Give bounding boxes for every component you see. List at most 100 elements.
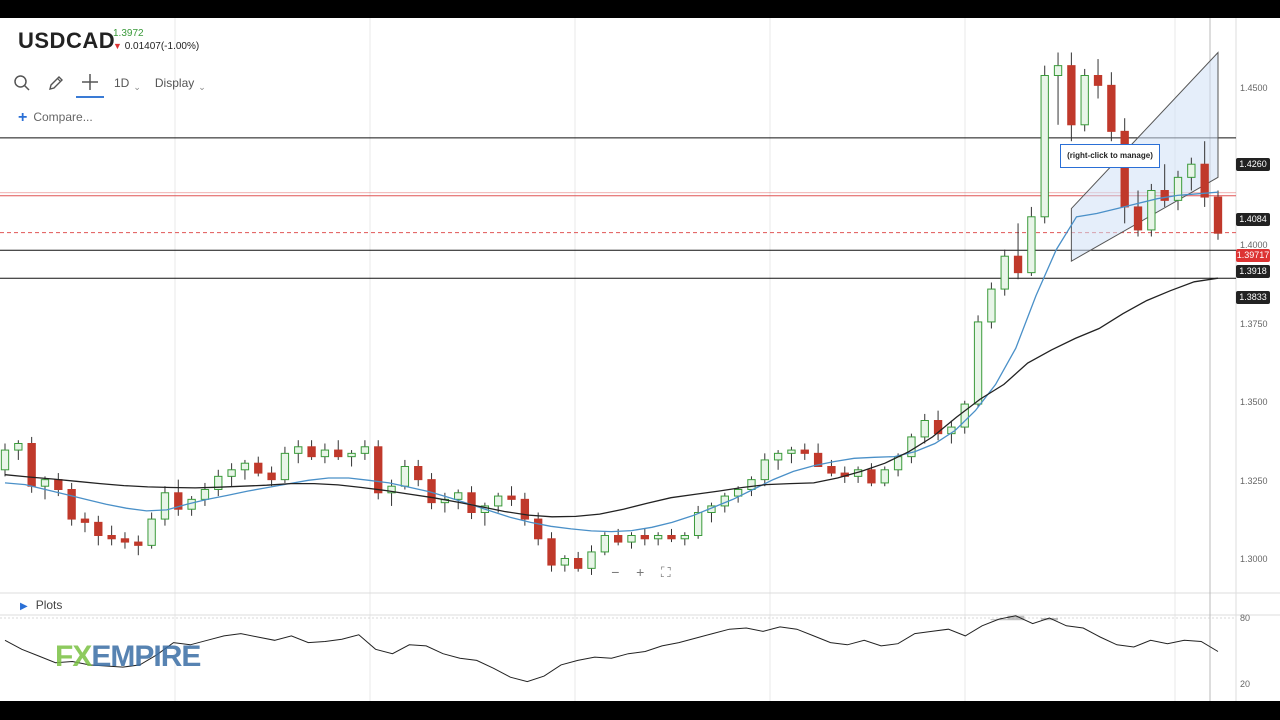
candle-body	[827, 466, 836, 474]
candle-body	[1160, 190, 1169, 201]
candle-body	[80, 518, 90, 523]
candle-body	[414, 466, 423, 481]
candle-body	[400, 466, 410, 487]
candle-body	[747, 479, 756, 490]
y-tick-1-3500: 1.3500	[1240, 397, 1268, 407]
candle-body	[0, 449, 10, 471]
interval-label: 1D	[114, 76, 130, 90]
price-tag-1-4260: 1.4260	[1236, 158, 1270, 171]
candle-body	[1053, 65, 1063, 76]
compare-label: Compare...	[33, 110, 93, 124]
compare-button[interactable]: + Compare...	[18, 108, 93, 126]
candle-body	[574, 558, 583, 569]
candle-body	[1107, 84, 1116, 132]
candle-body	[1187, 163, 1196, 178]
candle-body	[867, 469, 876, 484]
candle-body	[134, 541, 143, 546]
candle-body	[27, 443, 36, 487]
pencil-icon	[49, 76, 63, 90]
candle-body	[160, 492, 170, 520]
candle-body	[67, 489, 76, 520]
candle-body	[320, 449, 330, 458]
price-tag-1-3833: 1.3833	[1236, 291, 1270, 304]
crosshair-icon	[82, 74, 98, 90]
candle-body	[347, 452, 356, 458]
candle-body	[1133, 206, 1143, 231]
rsi-tick-80: 80	[1240, 613, 1251, 623]
chevron-down-icon: ⌄	[133, 81, 141, 92]
candle-body	[1147, 190, 1156, 231]
price-change-value: 0.01407(-1.00%)	[124, 41, 200, 52]
candle-body	[680, 535, 689, 540]
zoom-out-icon[interactable]: −	[611, 564, 619, 580]
candle-body	[254, 462, 263, 474]
candle-body	[600, 535, 610, 553]
candle-body	[334, 449, 343, 458]
candle-body	[1173, 176, 1183, 201]
triangle-right-icon: ▶	[20, 601, 28, 612]
candle-body	[200, 489, 210, 500]
display-label: Display	[154, 76, 195, 90]
drawing-annotation[interactable]: (right-click to manage)	[1060, 144, 1160, 168]
y-tick-1-4000: 1.4000	[1240, 240, 1268, 250]
rsi-tick-20: 20	[1240, 679, 1251, 689]
candle-body	[1200, 163, 1209, 198]
chart-frame: USDCAD 1.3972 ▼ 0.01407(-1.00%) 1D ⌄ Disp…	[0, 18, 1280, 701]
search-icon	[14, 75, 30, 91]
chart-canvas[interactable]	[0, 18, 1280, 701]
toolbar: 1D ⌄ Display ⌄	[8, 68, 222, 98]
candle-body	[534, 518, 543, 540]
candle-body	[1000, 255, 1009, 290]
price-change: ▼ 0.01407(-1.00%)	[113, 41, 199, 52]
search-button[interactable]	[8, 69, 36, 97]
candle-body	[307, 446, 316, 458]
logo-part-empire: EMPIRE	[91, 640, 201, 673]
candle-body	[280, 452, 290, 481]
candle-body	[267, 472, 276, 481]
display-dropdown[interactable]: Display ⌄	[151, 69, 210, 97]
crosshair-button[interactable]	[76, 68, 104, 98]
candle-body	[987, 288, 996, 323]
candle-body	[1027, 216, 1036, 274]
zoom-in-icon[interactable]: +	[636, 564, 644, 580]
plus-icon: +	[18, 109, 28, 126]
candle-body	[1213, 196, 1223, 234]
candle-body	[1093, 75, 1103, 86]
draw-button[interactable]	[42, 69, 70, 97]
candle-body	[560, 558, 570, 566]
interval-dropdown[interactable]: 1D ⌄	[110, 69, 145, 97]
fullscreen-icon[interactable]: ⛶	[661, 564, 671, 581]
candle-body	[640, 535, 649, 540]
last-price: 1.3972	[113, 28, 144, 39]
candle-body	[1067, 65, 1076, 126]
moving-average-slow	[4, 277, 1219, 518]
plots-toggle[interactable]: ▶ Plots	[20, 598, 62, 612]
candle-body	[374, 446, 383, 494]
candle-body	[294, 446, 303, 454]
candle-body	[94, 521, 103, 537]
down-arrow-icon: ▼	[113, 41, 122, 51]
candle-body	[1013, 255, 1023, 274]
candle-body	[507, 495, 516, 500]
candle-body	[107, 535, 116, 540]
candle-body	[627, 535, 636, 543]
fxempire-logo: FXEMPIRE	[55, 640, 201, 674]
candle-body	[587, 551, 596, 569]
y-tick-1-3750: 1.3750	[1240, 319, 1268, 329]
candle-body	[920, 420, 929, 438]
candle-body	[494, 495, 503, 507]
candle-body	[240, 462, 250, 471]
logo-part-fx: FX	[55, 640, 92, 673]
price-tag-1-3918: 1.3918	[1236, 265, 1270, 278]
candle-body	[667, 535, 676, 540]
candle-body	[760, 459, 769, 481]
candle-body	[147, 518, 156, 546]
candle-body	[1080, 75, 1089, 126]
candle-body	[227, 469, 236, 477]
candle-body	[693, 512, 703, 536]
y-tick-1-3000: 1.3000	[1240, 554, 1268, 564]
candle-body	[14, 443, 23, 451]
moving-average-fast	[4, 191, 1219, 533]
candle-body	[800, 449, 809, 454]
symbol-name: USDCAD	[18, 28, 116, 53]
